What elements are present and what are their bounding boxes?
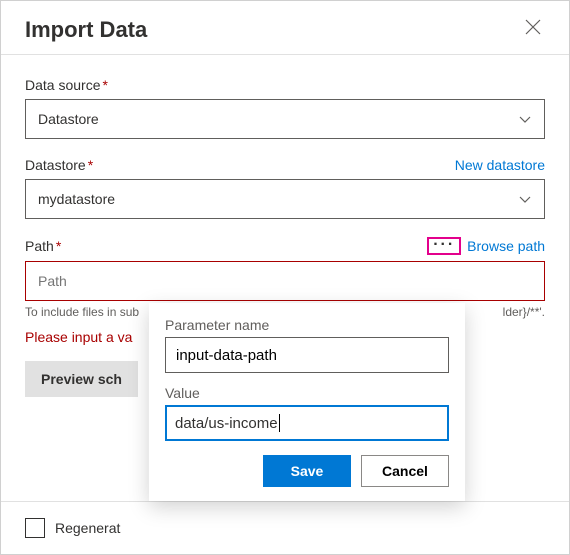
datastore-label: Datastore* [25,157,93,173]
new-datastore-link[interactable]: New datastore [455,157,545,173]
chevron-down-icon [518,192,532,206]
required-asterisk: * [56,238,61,254]
data-source-label: Data source* [25,77,108,93]
parameter-popover: Parameter name Value data/us-income Save… [149,303,465,501]
dialog-footer: Regenerat [1,501,569,554]
regenerate-label: Regenerat [55,520,120,536]
param-name-label: Parameter name [165,317,449,333]
preview-schema-button[interactable]: Preview sch [25,361,138,397]
close-icon[interactable] [521,15,545,44]
required-asterisk: * [102,77,107,93]
save-button[interactable]: Save [263,455,351,487]
field-data-source: Data source* Datastore [25,77,545,139]
datastore-value: mydatastore [38,191,115,207]
regenerate-checkbox[interactable] [25,518,45,538]
ellipsis-icon[interactable]: ··· [427,237,461,255]
cancel-button[interactable]: Cancel [361,455,449,487]
path-label: Path* [25,238,61,254]
datastore-select[interactable]: mydatastore [25,179,545,219]
browse-path-link[interactable]: Browse path [467,238,545,254]
import-data-dialog: Import Data Data source* Datastore [0,0,570,555]
data-source-value: Datastore [38,111,99,127]
path-input[interactable] [25,261,545,301]
field-datastore: Datastore* New datastore mydatastore [25,157,545,219]
param-name-input[interactable] [165,337,449,373]
param-value-label: Value [165,385,449,401]
data-source-select[interactable]: Datastore [25,99,545,139]
dialog-header: Import Data [1,1,569,54]
required-asterisk: * [88,157,93,173]
dialog-title: Import Data [25,17,147,43]
param-value-input[interactable] [165,405,449,441]
chevron-down-icon [518,112,532,126]
